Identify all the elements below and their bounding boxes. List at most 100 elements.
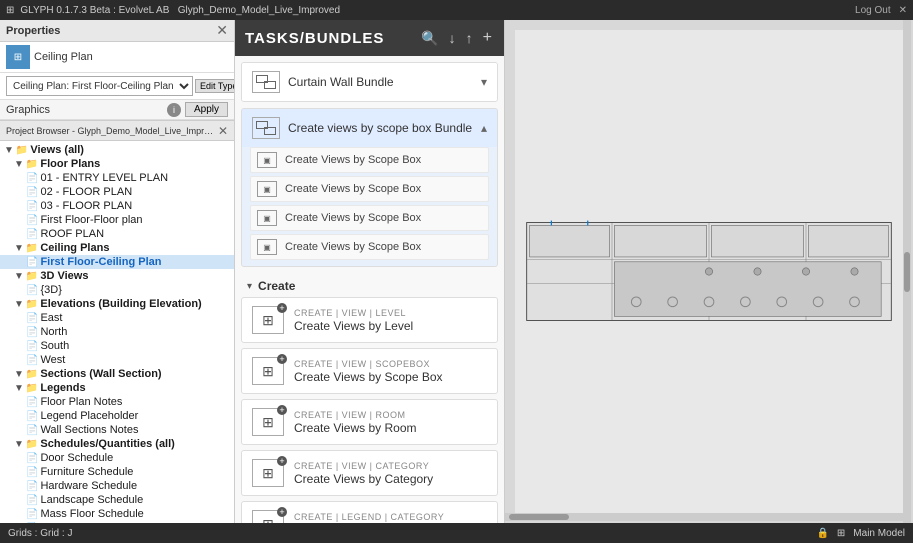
close-window-button[interactable]: ✕: [899, 5, 907, 16]
bundle-item-label: Create Views by Scope Box: [285, 183, 421, 195]
tree-item[interactable]: 📄First Floor-Floor plan: [0, 213, 234, 227]
tree-item[interactable]: 📄Legend Placeholder: [0, 409, 234, 423]
scope-bundle-items: Create Views by Scope Box Create Views by…: [242, 147, 497, 266]
bundle-item[interactable]: Create Views by Scope Box: [250, 205, 489, 231]
canvas-content: [515, 30, 903, 513]
vertical-scrollbar[interactable]: [903, 20, 911, 523]
tree-item[interactable]: 📄First Floor-Ceiling Plan: [0, 255, 234, 269]
view-icon: 📄: [26, 229, 38, 240]
tree-label: Floor Plan Notes: [40, 396, 122, 408]
tree-item[interactable]: ▼ 📁Floor Plans: [0, 157, 234, 171]
bundle-item[interactable]: Create Views by Scope Box: [250, 147, 489, 173]
create-card-subtitle: CREATE | LEGEND | CATEGORY: [294, 512, 444, 522]
create-label: Create: [258, 279, 295, 293]
create-items: ⊞ + CREATE | VIEW | LEVEL Create Views b…: [241, 297, 498, 523]
expand-icon: ▼: [14, 383, 24, 394]
bundle-icon: [252, 71, 280, 93]
tree-item[interactable]: ▼ 📁Schedules/Quantities (all): [0, 437, 234, 451]
folder-icon: 📁: [26, 383, 38, 394]
tree-item[interactable]: 📄Mass Floor Schedule: [0, 507, 234, 521]
create-card-text: CREATE | VIEW | SCOPEBOX Create Views by…: [294, 359, 443, 384]
apply-button[interactable]: Apply: [185, 102, 228, 117]
tree-item[interactable]: 📄Hardware Schedule: [0, 479, 234, 493]
tree-item[interactable]: 📄Floor Plan Notes: [0, 395, 234, 409]
logout-button[interactable]: Log Out: [855, 5, 891, 16]
tree-item[interactable]: 📄West: [0, 353, 234, 367]
create-card[interactable]: ⊞ + CREATE | LEGEND | CATEGORY Create Le…: [241, 501, 498, 523]
tree-item[interactable]: 📄ROOF PLAN: [0, 227, 234, 241]
create-section-header[interactable]: ▾ Create: [241, 275, 498, 297]
tree-item[interactable]: 📄02 - FLOOR PLAN: [0, 185, 234, 199]
tree-item[interactable]: ▼ 📁Sections (Wall Section): [0, 367, 234, 381]
properties-header: Properties ✕: [0, 20, 234, 42]
folder-icon: 📁: [26, 159, 38, 170]
tree-item[interactable]: 📄North: [0, 325, 234, 339]
view-icon: 📄: [26, 411, 38, 422]
search-button[interactable]: 🔍: [419, 28, 440, 49]
create-card-subtitle: CREATE | VIEW | ROOM: [294, 410, 417, 420]
curtain-wall-bundle-header[interactable]: Curtain Wall Bundle ▾: [242, 63, 497, 101]
tree-item[interactable]: 📄Wall Sections Notes: [0, 423, 234, 437]
tree-label: 3D Views: [40, 270, 88, 282]
model-name: Main Model: [853, 528, 905, 539]
curtain-wall-bundle-name: Curtain Wall Bundle: [288, 75, 394, 89]
view-icon: 📄: [26, 257, 38, 268]
browser-title: Project Browser - Glyph_Demo_Model_Live_…: [6, 126, 218, 136]
create-card-text: CREATE | LEGEND | CATEGORY Create Legend…: [294, 512, 444, 524]
tree-item[interactable]: 📄01 - ENTRY LEVEL PLAN: [0, 171, 234, 185]
bundle-item-icon: [257, 210, 277, 226]
view-icon: 📄: [26, 495, 38, 506]
create-card[interactable]: ⊞ + CREATE | VIEW | LEVEL Create Views b…: [241, 297, 498, 343]
view-select-row: Ceiling Plan: First Floor-Ceiling Plan E…: [0, 73, 234, 100]
plus-icon: +: [277, 456, 287, 466]
scope-bundle-name: Create views by scope box Bundle: [288, 121, 472, 135]
tree-item[interactable]: 📄Door Schedule: [0, 451, 234, 465]
create-card-text: CREATE | VIEW | ROOM Create Views by Roo…: [294, 410, 417, 435]
upload-button[interactable]: ↑: [464, 28, 475, 48]
tree-label: 02 - FLOOR PLAN: [40, 186, 132, 198]
expand-icon: ▼: [14, 243, 24, 254]
view-icon: 📄: [26, 313, 38, 324]
create-card[interactable]: ⊞ + CREATE | VIEW | SCOPEBOX Create View…: [241, 348, 498, 394]
tree-item[interactable]: ▼ 📁3D Views: [0, 269, 234, 283]
horizontal-scrollbar[interactable]: [505, 513, 905, 521]
create-card[interactable]: ⊞ + CREATE | VIEW | ROOM Create Views by…: [241, 399, 498, 445]
create-card-icon: ⊞ +: [252, 459, 284, 487]
tree-item[interactable]: 📄South: [0, 339, 234, 353]
floorplan-svg: [515, 30, 903, 513]
properties-close-button[interactable]: ✕: [216, 22, 228, 39]
status-bar: Grids : Grid : J 🔒 ⊞ Main Model: [0, 523, 913, 543]
edit-type-button[interactable]: Edit Type: [195, 79, 234, 93]
tree-item[interactable]: 📄East: [0, 311, 234, 325]
view-dropdown: Ceiling Plan: First Floor-Ceiling Plan E…: [6, 76, 234, 96]
expand-icon: ▼: [4, 145, 14, 156]
view-icon: 📄: [26, 173, 38, 184]
tree-item[interactable]: 📄Furniture Schedule: [0, 465, 234, 479]
tree-item[interactable]: ▼ 📁Views (all): [0, 143, 234, 157]
browser-close-button[interactable]: ✕: [218, 124, 228, 138]
add-button[interactable]: +: [481, 27, 494, 49]
tree-item[interactable]: ▼ 📁Legends: [0, 381, 234, 395]
element-icon: ⊞: [6, 45, 30, 69]
expand-icon: ▼: [14, 439, 24, 450]
properties-content: ⊞ Ceiling Plan Ceiling Plan: First Floor…: [0, 42, 234, 523]
create-card[interactable]: ⊞ + CREATE | VIEW | CATEGORY Create View…: [241, 450, 498, 496]
download-button[interactable]: ↓: [447, 28, 458, 48]
tree-item[interactable]: ▼ 📁Elevations (Building Elevation): [0, 297, 234, 311]
bundle-item[interactable]: Create Views by Scope Box: [250, 234, 489, 260]
bundle-item[interactable]: Create Views by Scope Box: [250, 176, 489, 202]
plus-icon: +: [277, 303, 287, 313]
expand-icon: ▼: [14, 159, 24, 170]
view-icon: 📄: [26, 285, 38, 296]
view-select[interactable]: Ceiling Plan: First Floor-Ceiling Plan: [6, 76, 193, 96]
tree-item[interactable]: ▼ 📁Ceiling Plans: [0, 241, 234, 255]
create-card-subtitle: CREATE | VIEW | SCOPEBOX: [294, 359, 443, 369]
tree-item[interactable]: 📄03 - FLOOR PLAN: [0, 199, 234, 213]
tasks-scroll[interactable]: Curtain Wall Bundle ▾ Create views by sc…: [235, 56, 504, 523]
tree-label: {3D}: [40, 284, 61, 296]
tree-item[interactable]: 📄{3D}: [0, 283, 234, 297]
tree-label: Landscape Schedule: [40, 494, 143, 506]
tree-item[interactable]: 📄Landscape Schedule: [0, 493, 234, 507]
view-icon: 📄: [26, 215, 38, 226]
scope-bundle-header[interactable]: Create views by scope box Bundle ▴: [242, 109, 497, 147]
